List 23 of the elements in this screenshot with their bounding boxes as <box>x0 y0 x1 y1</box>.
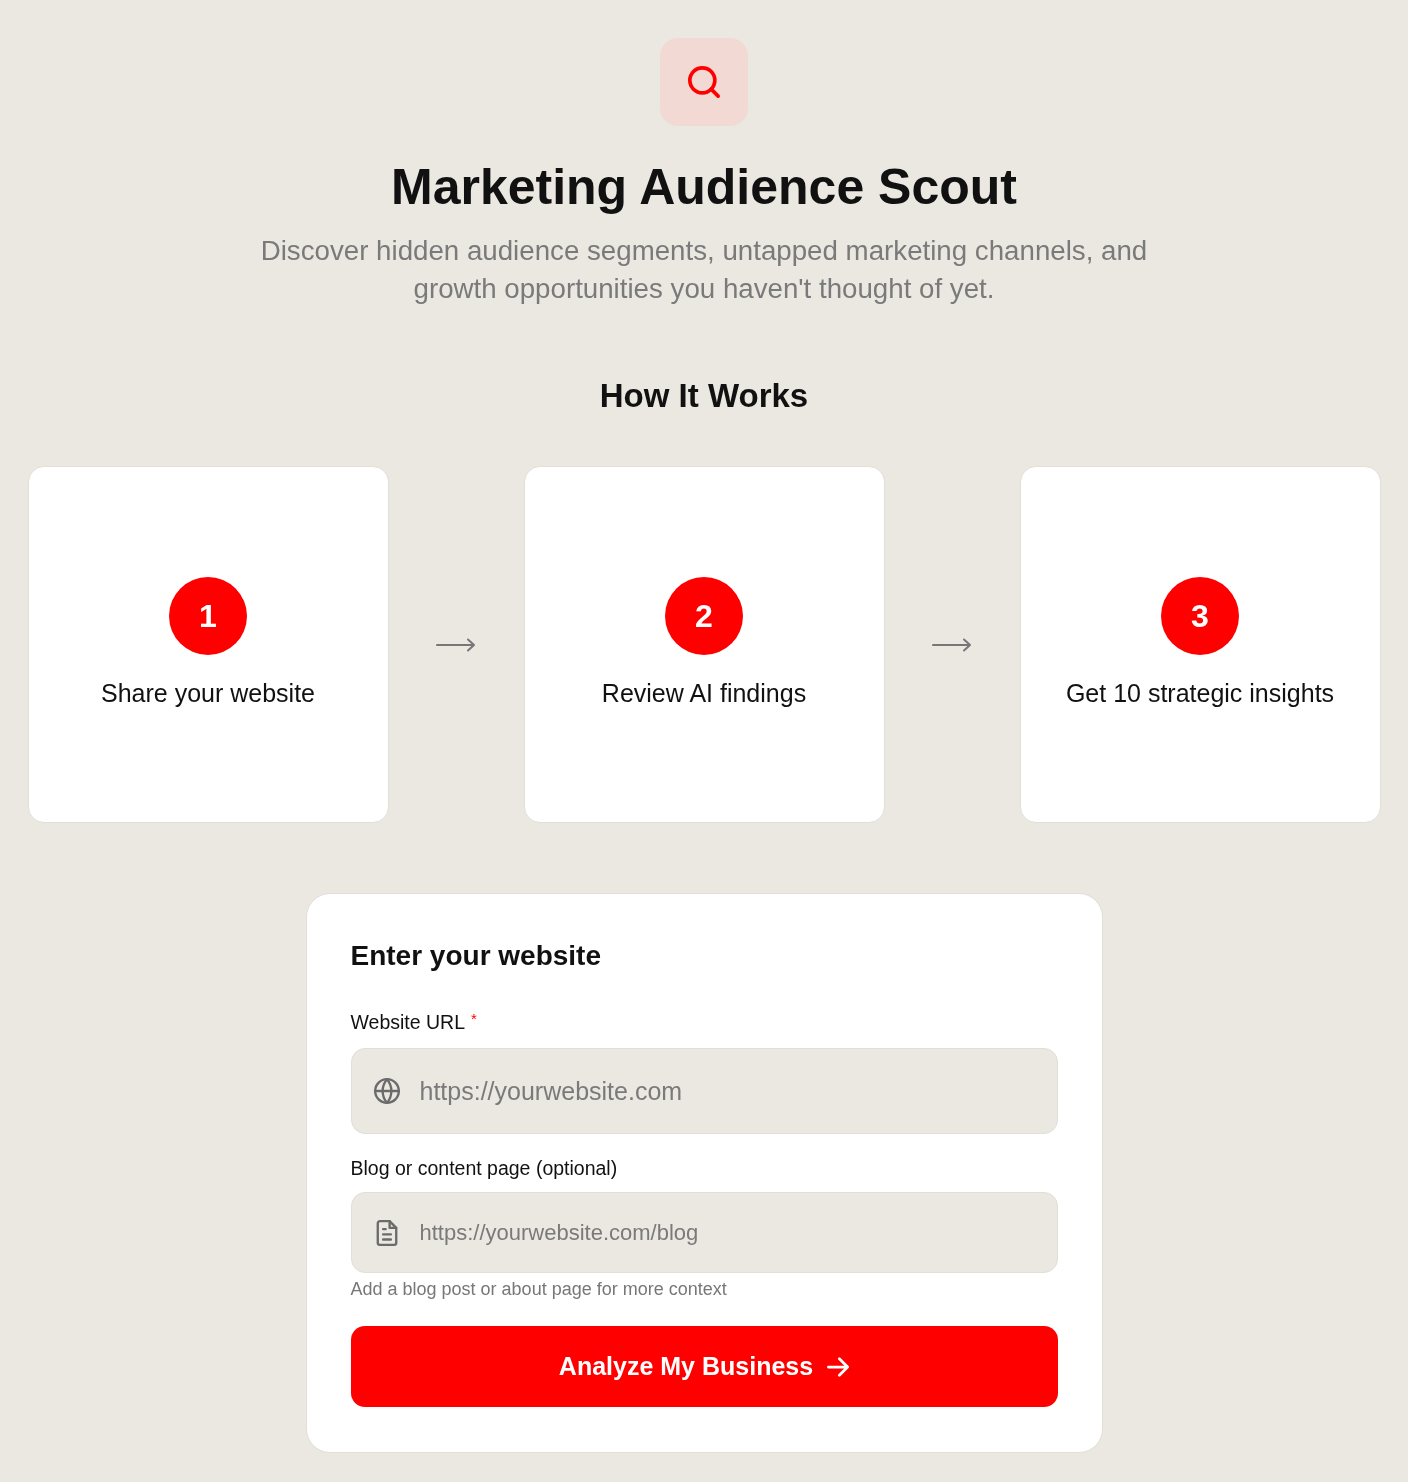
document-icon <box>375 1219 398 1246</box>
step-number: 1 <box>169 576 247 655</box>
page-title: Marketing Audience Scout <box>391 158 1017 216</box>
page-subtitle: Discover hidden audience segments, untapped marketing channels, and growth opportunities you haven't thought of yet. <box>259 234 1149 306</box>
url-input[interactable]: https://yourwebsite.com/blog <box>350 1192 1058 1273</box>
step-label: Review AI findings <box>601 677 807 709</box>
field-label: Website URL <box>350 1010 465 1034</box>
step-label: Share your website <box>101 677 315 709</box>
arrow-icon <box>436 637 476 652</box>
arrow-right-icon <box>827 1355 850 1378</box>
field-hint: Add a blog post or about page for more context <box>350 1278 728 1300</box>
step-label: Get 10 strategic insights <box>1065 677 1335 709</box>
arrow-icon <box>932 637 972 652</box>
search-icon <box>660 38 748 126</box>
section-heading: How It Works <box>599 376 809 416</box>
form-title: Enter your website <box>350 939 602 973</box>
analyze-button[interactable]: Analyze My Business <box>350 1326 1058 1407</box>
globe-icon <box>373 1078 400 1104</box>
step-number: 2 <box>665 576 743 655</box>
step-number: 3 <box>1161 576 1239 655</box>
required-mark: * <box>471 1010 477 1028</box>
field-label: Blog or content page (optional) <box>350 1156 618 1180</box>
url-input[interactable]: https://yourwebsite.com <box>350 1048 1058 1134</box>
